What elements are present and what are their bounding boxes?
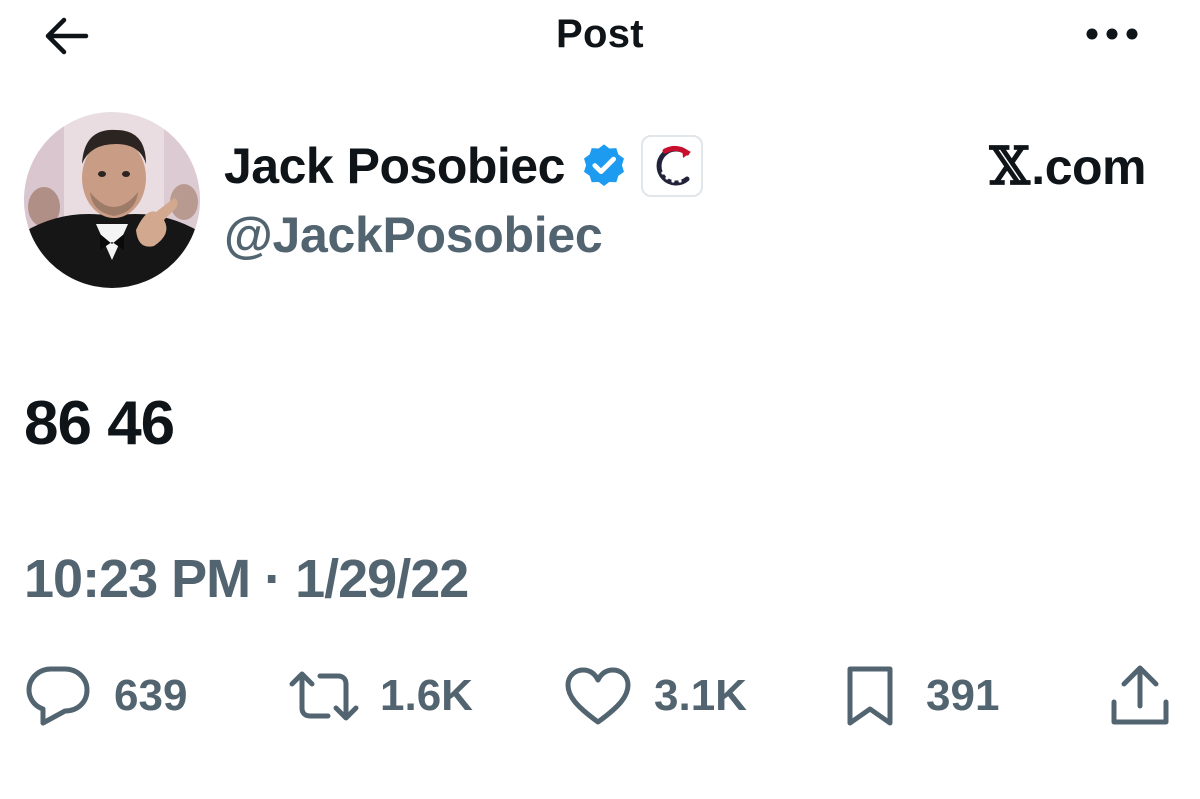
author-name-row: Jack Posobiec xyxy=(224,134,703,198)
affiliate-badge[interactable] xyxy=(640,135,703,197)
share-icon xyxy=(1104,660,1176,732)
reply-count: 639 xyxy=(114,671,188,720)
source-watermark: 𝕏 .com xyxy=(989,136,1146,197)
source-domain: .com xyxy=(1031,138,1146,195)
author-handle[interactable]: @JackPosobiec xyxy=(224,206,603,264)
like-count: 3.1K xyxy=(654,671,747,720)
x-logo-icon: 𝕏 xyxy=(989,136,1030,197)
page-title: Post xyxy=(556,12,644,56)
profile-photo-icon xyxy=(24,112,200,288)
author-avatar[interactable] xyxy=(24,112,200,288)
post-timestamp[interactable]: 10:23 PM · 1/29/22 xyxy=(24,548,469,610)
repost-count: 1.6K xyxy=(380,671,473,720)
reply-button[interactable]: 639 xyxy=(22,656,187,736)
heart-icon xyxy=(562,660,634,732)
reply-icon xyxy=(22,660,94,732)
repost-icon xyxy=(288,660,360,732)
like-button[interactable]: 3.1K xyxy=(562,656,747,736)
bookmark-icon xyxy=(834,660,906,732)
post-text: 86 46 xyxy=(24,389,175,458)
repost-button[interactable]: 1.6K xyxy=(288,656,473,736)
top-bar: Post xyxy=(0,0,1200,72)
share-button[interactable] xyxy=(1104,656,1176,736)
bookmark-count: 391 xyxy=(926,671,1000,720)
author-display-name[interactable]: Jack Posobiec xyxy=(224,137,565,195)
more-dots-icon xyxy=(1086,28,1138,40)
bookmark-button[interactable]: 391 xyxy=(834,656,999,736)
affiliate-logo-icon xyxy=(656,145,691,186)
more-options-button[interactable] xyxy=(1080,16,1144,52)
verified-badge-icon[interactable] xyxy=(579,141,629,191)
engagement-bar: 639 1.6K 3.1K 391 xyxy=(0,656,1200,736)
